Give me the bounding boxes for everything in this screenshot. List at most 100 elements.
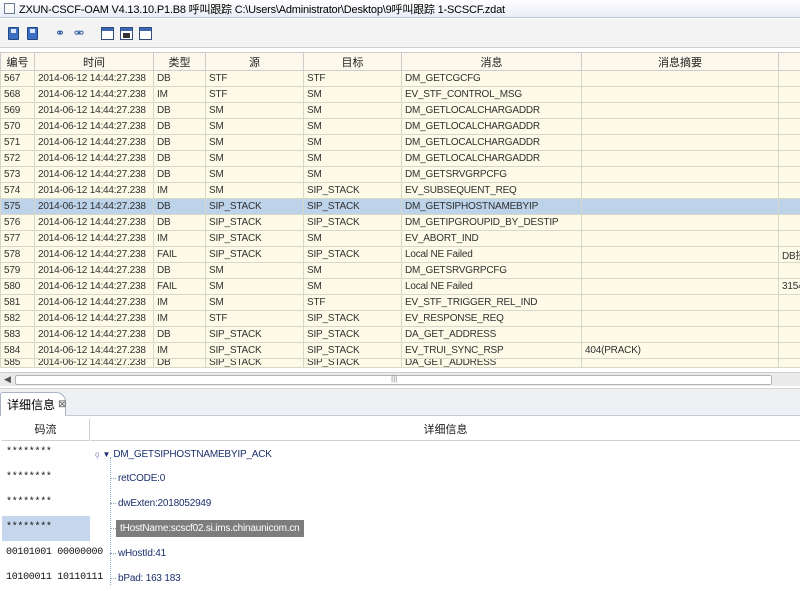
cell-type: IM <box>153 294 206 311</box>
cell-message: Local NE Failed <box>401 278 582 295</box>
code-item[interactable]: 10100011 10110111 <box>2 566 103 591</box>
col-header-target[interactable]: 目标 <box>303 52 402 71</box>
cell-type: DB <box>153 150 206 167</box>
table-row[interactable]: 577 2014-06-12 14:44:27.238 IM SIP_STACK SM E… <box>0 230 800 247</box>
table-row[interactable]: 573 2014-06-12 14:44:27.238 DB SM SM DM_GETSR… <box>0 166 800 183</box>
table-row[interactable]: 585 2014-06-12 14:44:27.238 DB SIP_STACK SIP… <box>0 358 800 368</box>
col-header-id[interactable]: 编号 <box>0 52 35 71</box>
cell-id: 571 <box>0 134 35 151</box>
cell-type: DB <box>153 102 206 119</box>
detail-header: 码流 详细信息 <box>0 419 800 441</box>
table-row[interactable]: 583 2014-06-12 14:44:27.238 DB SIP_STACK SIP… <box>0 326 800 343</box>
detail-tree: ǫ ▼ DM_GETSIPHOSTNAMEBYIP_ACK retCODE:0 d… <box>91 441 800 591</box>
cell-id: 578 <box>0 246 35 263</box>
tree-leaf-node[interactable]: tHostName:scscf02.si.ims.chinaunicom.cn <box>110 519 304 537</box>
cell-target: SM <box>303 230 402 247</box>
tree-leaf-node[interactable]: wHostId:41 <box>110 544 168 562</box>
cell-type: DB <box>153 70 206 87</box>
cell-id: 573 <box>0 166 35 183</box>
col-header-extra[interactable] <box>778 52 800 71</box>
scroll-left-arrow-icon[interactable]: ◀ <box>4 373 11 386</box>
tree-leaf-node[interactable]: bPad: 163 183 <box>110 569 182 587</box>
cell-id: 574 <box>0 182 35 199</box>
tree-leaf-node[interactable]: dwExten:2018052949 <box>110 494 213 512</box>
toolbar-separator <box>43 25 49 42</box>
cell-target: STF <box>303 70 402 87</box>
cell-target: SM <box>303 102 402 119</box>
code-item[interactable]: ******** <box>2 516 90 541</box>
code-item[interactable]: ******** <box>2 466 90 491</box>
tree-root-node[interactable]: ǫ ▼ DM_GETSIPHOSTNAMEBYIP_ACK <box>95 446 272 462</box>
code-item[interactable]: 00101001 00000000 <box>2 541 103 566</box>
table-row[interactable]: 572 2014-06-12 14:44:27.238 DB SM SM DM_GETLO… <box>0 150 800 167</box>
cell-id: 585 <box>0 358 35 368</box>
col-header-source[interactable]: 源 <box>205 52 304 71</box>
cell-extra <box>778 150 800 167</box>
table-row[interactable]: 576 2014-06-12 14:44:27.238 DB SIP_STACK SIP… <box>0 214 800 231</box>
cell-summary <box>581 182 779 199</box>
dark-window-icon <box>119 26 133 40</box>
close-icon[interactable]: ⊠ <box>58 399 66 410</box>
cell-type: DB <box>153 118 206 135</box>
code-item[interactable]: ******** <box>2 441 90 466</box>
cell-message: DM_GETSRVGRPCFG <box>401 166 582 183</box>
cell-extra <box>778 182 800 199</box>
cell-time: 2014-06-12 14:44:27.238 <box>34 86 154 103</box>
toolbar-separator <box>90 25 96 42</box>
cell-message: DA_GET_ADDRESS <box>401 358 582 368</box>
table-row[interactable]: 575 2014-06-12 14:44:27.238 DB SIP_STACK SIP… <box>0 198 800 215</box>
cell-source: SIP_STACK <box>205 198 304 215</box>
table-row[interactable]: 581 2014-06-12 14:44:27.238 IM SM STF EV_STF_… <box>0 294 800 311</box>
table-row[interactable]: 569 2014-06-12 14:44:27.238 DB SM SM DM_GETLO… <box>0 102 800 119</box>
code-item[interactable]: ******** <box>2 491 90 516</box>
cell-type: DB <box>153 358 206 368</box>
table-row[interactable]: 571 2014-06-12 14:44:27.238 DB SM SM DM_GETLO… <box>0 134 800 151</box>
cell-time: 2014-06-12 14:44:27.238 <box>34 166 154 183</box>
table-row[interactable]: 568 2014-06-12 14:44:27.238 IM STF SM EV_STF_… <box>0 86 800 103</box>
find-next-button[interactable]: ⚮ <box>71 25 87 42</box>
cell-message: EV_STF_CONTROL_MSG <box>401 86 582 103</box>
expand-triangle-icon[interactable]: ▼ <box>102 450 110 459</box>
tab-detail-info[interactable]: 详细信息 ⊠ <box>0 392 66 416</box>
col-header-type[interactable]: 类型 <box>153 52 206 71</box>
cell-message: EV_TRUI_SYNC_RSP <box>401 342 582 359</box>
cell-target: SM <box>303 166 402 183</box>
table-row[interactable]: 570 2014-06-12 14:44:27.238 DB SM SM DM_GETLO… <box>0 118 800 135</box>
scrollbar-grip-icon: ||| <box>391 374 398 383</box>
col-header-time[interactable]: 时间 <box>34 52 154 71</box>
list-window-button[interactable] <box>137 25 153 42</box>
table-row[interactable]: 578 2014-06-12 14:44:27.238 FAIL SIP_STACK S… <box>0 246 800 263</box>
table-row[interactable]: 574 2014-06-12 14:44:27.238 IM SM SIP_STACK E… <box>0 182 800 199</box>
table-row[interactable]: 567 2014-06-12 14:44:27.238 DB STF STF DM_GET… <box>0 70 800 87</box>
col-header-summary[interactable]: 消息摘要 <box>581 52 779 71</box>
tree-leaf-label: retCODE:0 <box>118 472 166 484</box>
cell-summary <box>581 86 779 103</box>
cell-summary <box>581 198 779 215</box>
cell-id: 579 <box>0 262 35 279</box>
table-row[interactable]: 579 2014-06-12 14:44:27.238 DB SM SM DM_GETSR… <box>0 262 800 279</box>
save-as-button[interactable] <box>24 25 40 42</box>
tree-leaf-node[interactable]: retCODE:0 <box>110 469 167 487</box>
cell-message: EV_ABORT_IND <box>401 230 582 247</box>
dark-window-button[interactable] <box>118 25 134 42</box>
table-row[interactable]: 580 2014-06-12 14:44:27.238 FAIL SM SM Local … <box>0 278 800 295</box>
window-button[interactable] <box>99 25 115 42</box>
cell-message: EV_STF_TRIGGER_REL_IND <box>401 294 582 311</box>
tree-root-label: DM_GETSIPHOSTNAMEBYIP_ACK <box>113 448 272 460</box>
cell-summary <box>581 294 779 311</box>
cell-source: SM <box>205 150 304 167</box>
find-button[interactable]: ⚭ <box>52 25 68 42</box>
detail-panel: 码流 详细信息 ******** ******** ******** ********… <box>0 417 800 591</box>
col-header-message[interactable]: 消息 <box>401 52 582 71</box>
cell-type: DB <box>153 262 206 279</box>
horizontal-scrollbar[interactable]: ◀ ||| <box>0 372 800 386</box>
table-row[interactable]: 584 2014-06-12 14:44:27.238 IM SIP_STACK SIP… <box>0 342 800 359</box>
binoculars-icon: ⚭ <box>54 26 66 40</box>
cell-type: FAIL <box>153 246 206 263</box>
save-button[interactable] <box>5 25 21 42</box>
cell-time: 2014-06-12 14:44:27.238 <box>34 278 154 295</box>
cell-id: 583 <box>0 326 35 343</box>
table-row[interactable]: 582 2014-06-12 14:44:27.238 IM STF SIP_STACK… <box>0 310 800 327</box>
cell-type: IM <box>153 230 206 247</box>
cell-source: SM <box>205 182 304 199</box>
